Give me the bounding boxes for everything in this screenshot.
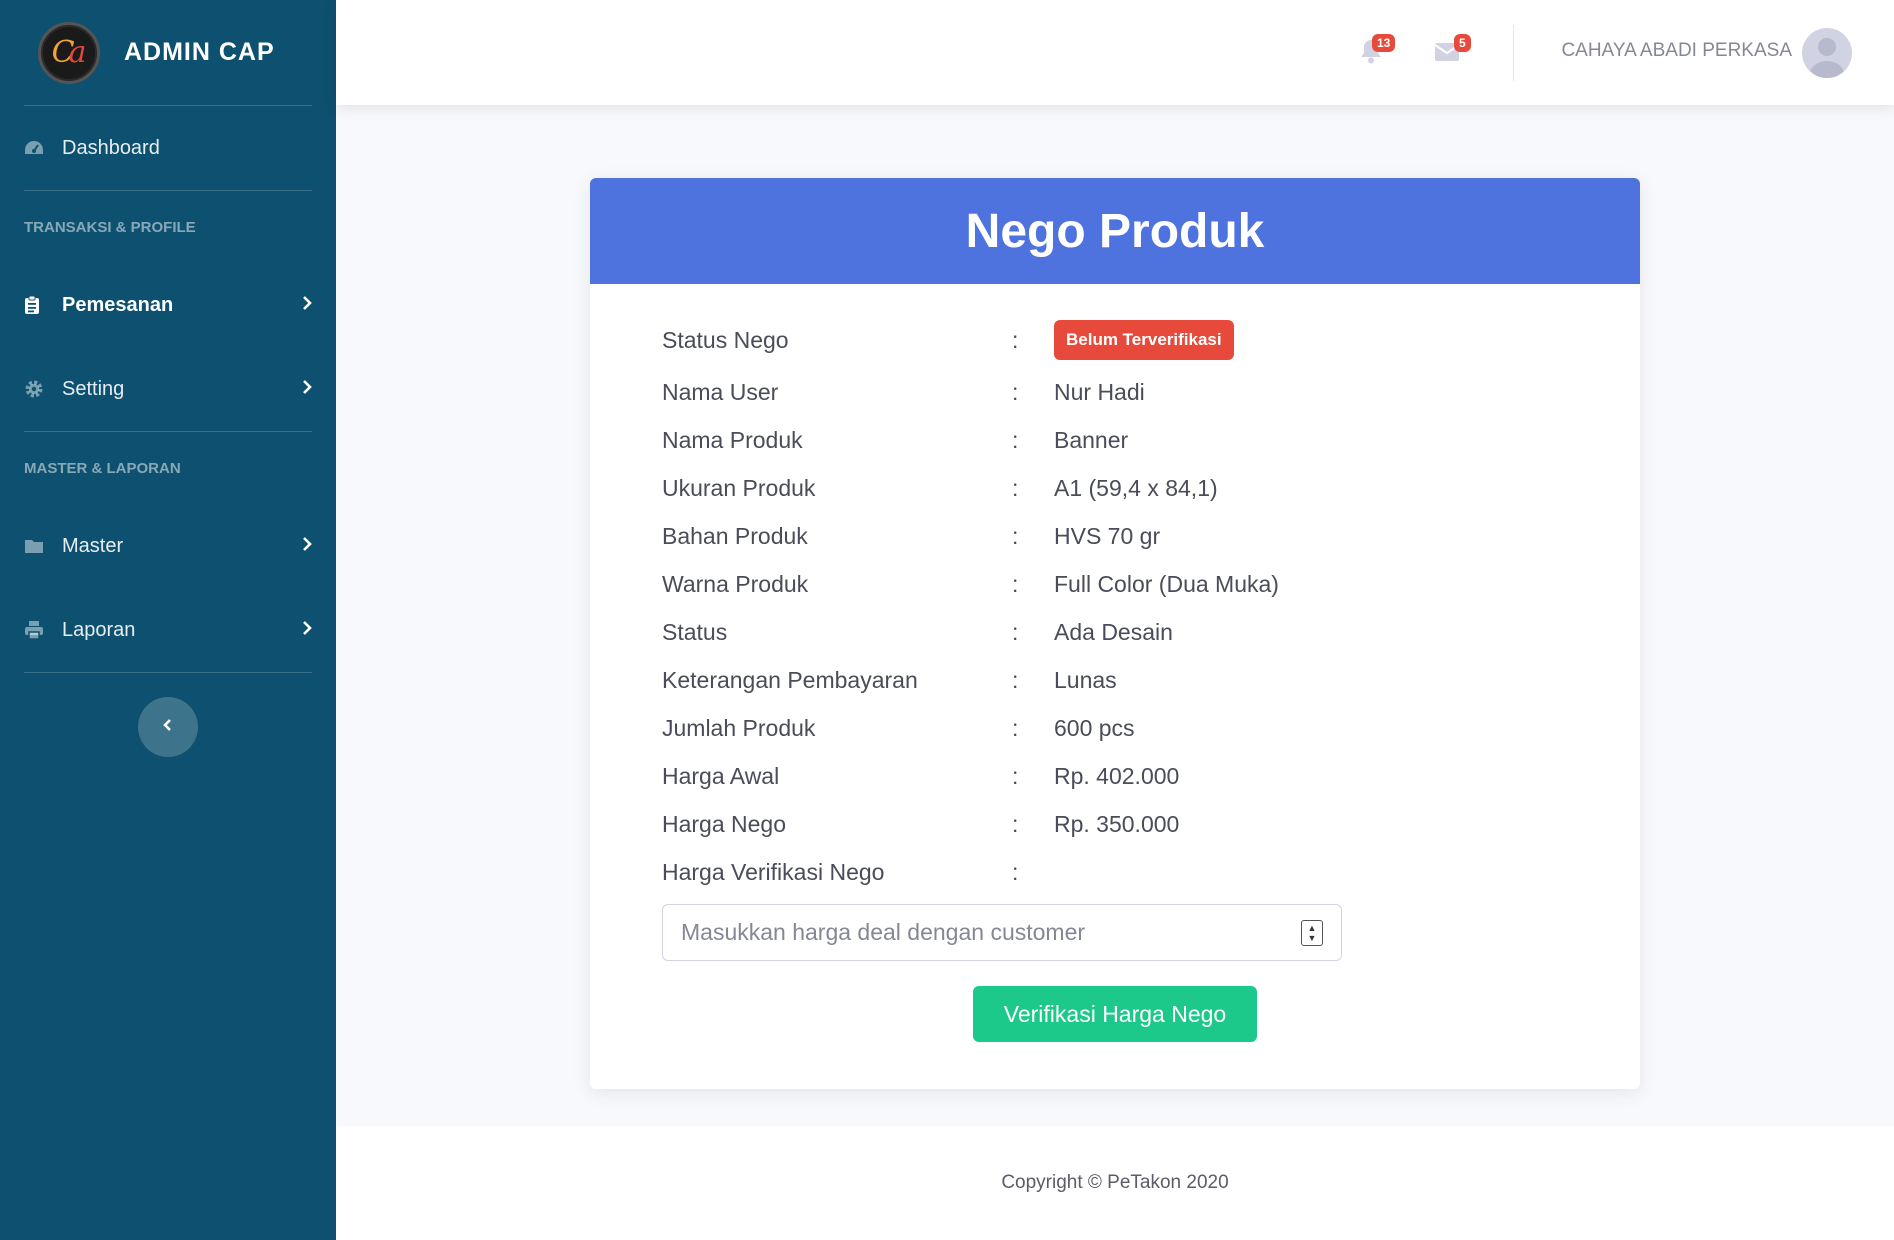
chevron-right-icon bbox=[302, 294, 312, 317]
field-row-harga-nego: Harga Nego : Rp. 350.000 bbox=[662, 800, 1568, 848]
field-label: Harga Verifikasi Nego bbox=[662, 858, 885, 885]
field-separator: : bbox=[1012, 474, 1019, 501]
field-label: Bahan Produk bbox=[662, 522, 808, 549]
copyright-text: Copyright © PeTakon 2020 bbox=[1001, 1172, 1229, 1193]
field-value: A1 (59,4 x 84,1) bbox=[1054, 474, 1218, 501]
bell-icon bbox=[1360, 40, 1382, 68]
field-separator: : bbox=[1012, 570, 1019, 597]
field-label: Nama User bbox=[662, 378, 779, 405]
field-separator: : bbox=[1012, 522, 1019, 549]
field-value: HVS 70 gr bbox=[1054, 522, 1161, 549]
chevron-right-icon bbox=[302, 378, 312, 401]
field-label: Ukuran Produk bbox=[662, 474, 816, 501]
harga-deal-field: ▲ ▼ bbox=[662, 904, 1342, 961]
user-name[interactable]: CAHAYA ABADI PERKASA bbox=[1561, 40, 1792, 62]
field-separator: : bbox=[1012, 426, 1019, 453]
field-label: Warna Produk bbox=[662, 570, 809, 597]
field-row-harga-verifikasi-nego: Harga Verifikasi Nego : bbox=[662, 848, 1568, 896]
sidebar-heading: MASTER & LAPORAN bbox=[24, 459, 181, 477]
tachometer-icon bbox=[24, 140, 62, 156]
clipboard-icon bbox=[24, 295, 62, 315]
field-label: Harga Nego bbox=[662, 810, 787, 837]
alerts-button[interactable]: 13 bbox=[1360, 34, 1396, 69]
alerts-count-badge: 13 bbox=[1372, 34, 1396, 52]
user-icon bbox=[1810, 38, 1844, 78]
field-value: 600 pcs bbox=[1054, 714, 1135, 741]
field-value: Ada Desain bbox=[1054, 618, 1173, 645]
field-value: Full Color (Dua Muka) bbox=[1054, 570, 1279, 597]
status-badge: Belum Terverifikasi bbox=[1054, 320, 1234, 360]
number-spinner[interactable]: ▲ ▼ bbox=[1301, 919, 1323, 946]
brand-link[interactable]: Ca ADMIN CAP bbox=[0, 0, 336, 105]
field-separator: : bbox=[1012, 714, 1019, 741]
printer-icon bbox=[24, 620, 62, 640]
spinner-up-icon[interactable]: ▲ bbox=[1308, 923, 1317, 933]
field-value-wrap: Belum Terverifikasi bbox=[1054, 320, 1568, 360]
field-label: Status Nego bbox=[662, 326, 789, 353]
field-label: Harga Awal bbox=[662, 762, 780, 789]
sidebar-item-label: Master bbox=[62, 534, 124, 557]
sidebar-toggle-button[interactable] bbox=[138, 697, 198, 757]
field-separator: : bbox=[1012, 618, 1019, 645]
topbar-divider bbox=[1513, 25, 1514, 81]
field-row-nama-produk: Nama Produk : Banner bbox=[662, 416, 1568, 464]
field-row-status: Status : Ada Desain bbox=[662, 608, 1568, 656]
spinner-down-icon[interactable]: ▼ bbox=[1308, 933, 1317, 943]
field-separator: : bbox=[1012, 858, 1019, 885]
sidebar-divider bbox=[24, 672, 312, 673]
field-row-keterangan-pembayaran: Keterangan Pembayaran : Lunas bbox=[662, 656, 1568, 704]
field-separator: : bbox=[1012, 326, 1019, 353]
sidebar-item-master[interactable]: Master bbox=[0, 504, 336, 588]
sidebar-item-laporan[interactable]: Laporan bbox=[0, 588, 336, 672]
field-row-warna-produk: Warna Produk : Full Color (Dua Muka) bbox=[662, 560, 1568, 608]
field-value: Rp. 350.000 bbox=[1054, 810, 1180, 837]
field-label: Keterangan Pembayaran bbox=[662, 666, 918, 693]
sidebar-item-label: Pemesanan bbox=[62, 293, 174, 316]
field-value: Banner bbox=[1054, 426, 1129, 453]
card-title: Nego Produk bbox=[965, 204, 1265, 258]
field-separator: : bbox=[1012, 762, 1019, 789]
sidebar-item-dashboard[interactable]: Dashboard bbox=[0, 106, 336, 190]
chevron-right-icon bbox=[302, 535, 312, 558]
brand-logo: Ca bbox=[38, 21, 100, 84]
sidebar-item-label: Setting bbox=[62, 377, 125, 400]
field-row-jumlah-produk: Jumlah Produk : 600 pcs bbox=[662, 704, 1568, 752]
sidebar: Ca ADMIN CAP Dashboard TRANSAKSI & PROFI… bbox=[0, 0, 336, 1240]
brand-title: ADMIN CAP bbox=[124, 38, 275, 66]
field-value: Nur Hadi bbox=[1054, 378, 1145, 405]
messages-count-badge: 5 bbox=[1454, 34, 1471, 52]
field-row-status-nego: Status Nego : Belum Terverifikasi bbox=[662, 312, 1568, 368]
sidebar-item-pemesanan[interactable]: Pemesanan bbox=[0, 263, 336, 347]
field-label: Nama Produk bbox=[662, 426, 803, 453]
field-row-bahan-produk: Bahan Produk : HVS 70 gr bbox=[662, 512, 1568, 560]
sidebar-item-label: Laporan bbox=[62, 618, 136, 641]
field-label: Jumlah Produk bbox=[662, 714, 816, 741]
verifikasi-harga-nego-button[interactable]: Verifikasi Harga Nego bbox=[973, 986, 1257, 1042]
nego-produk-card: Nego Produk Status Nego : Belum Terverif… bbox=[590, 178, 1640, 1089]
field-value: Lunas bbox=[1054, 666, 1117, 693]
folder-icon bbox=[24, 538, 62, 554]
gear-icon bbox=[24, 379, 62, 399]
field-row-ukuran-produk: Ukuran Produk : A1 (59,4 x 84,1) bbox=[662, 464, 1568, 512]
chevron-left-icon bbox=[163, 717, 173, 738]
topbar: 13 5 CAHAYA ABADI PERKASA bbox=[336, 0, 1894, 105]
harga-deal-input[interactable] bbox=[681, 919, 1301, 946]
messages-button[interactable]: 5 bbox=[1434, 34, 1471, 67]
avatar[interactable] bbox=[1802, 28, 1852, 78]
field-row-harga-awal: Harga Awal : Rp. 402.000 bbox=[662, 752, 1568, 800]
footer: Copyright © PeTakon 2020 bbox=[336, 1126, 1894, 1240]
envelope-icon bbox=[1434, 43, 1460, 66]
sidebar-item-label: Dashboard bbox=[62, 136, 160, 159]
field-separator: : bbox=[1012, 810, 1019, 837]
sidebar-item-setting[interactable]: Setting bbox=[0, 347, 336, 431]
field-separator: : bbox=[1012, 666, 1019, 693]
chevron-right-icon bbox=[302, 619, 312, 642]
card-body: Status Nego : Belum Terverifikasi Nama U… bbox=[590, 284, 1640, 1042]
card-header: Nego Produk bbox=[590, 178, 1640, 284]
sidebar-heading: TRANSAKSI & PROFILE bbox=[24, 218, 196, 236]
field-label: Status bbox=[662, 618, 728, 645]
field-separator: : bbox=[1012, 378, 1019, 405]
field-value: Rp. 402.000 bbox=[1054, 762, 1180, 789]
field-row-nama-user: Nama User : Nur Hadi bbox=[662, 368, 1568, 416]
